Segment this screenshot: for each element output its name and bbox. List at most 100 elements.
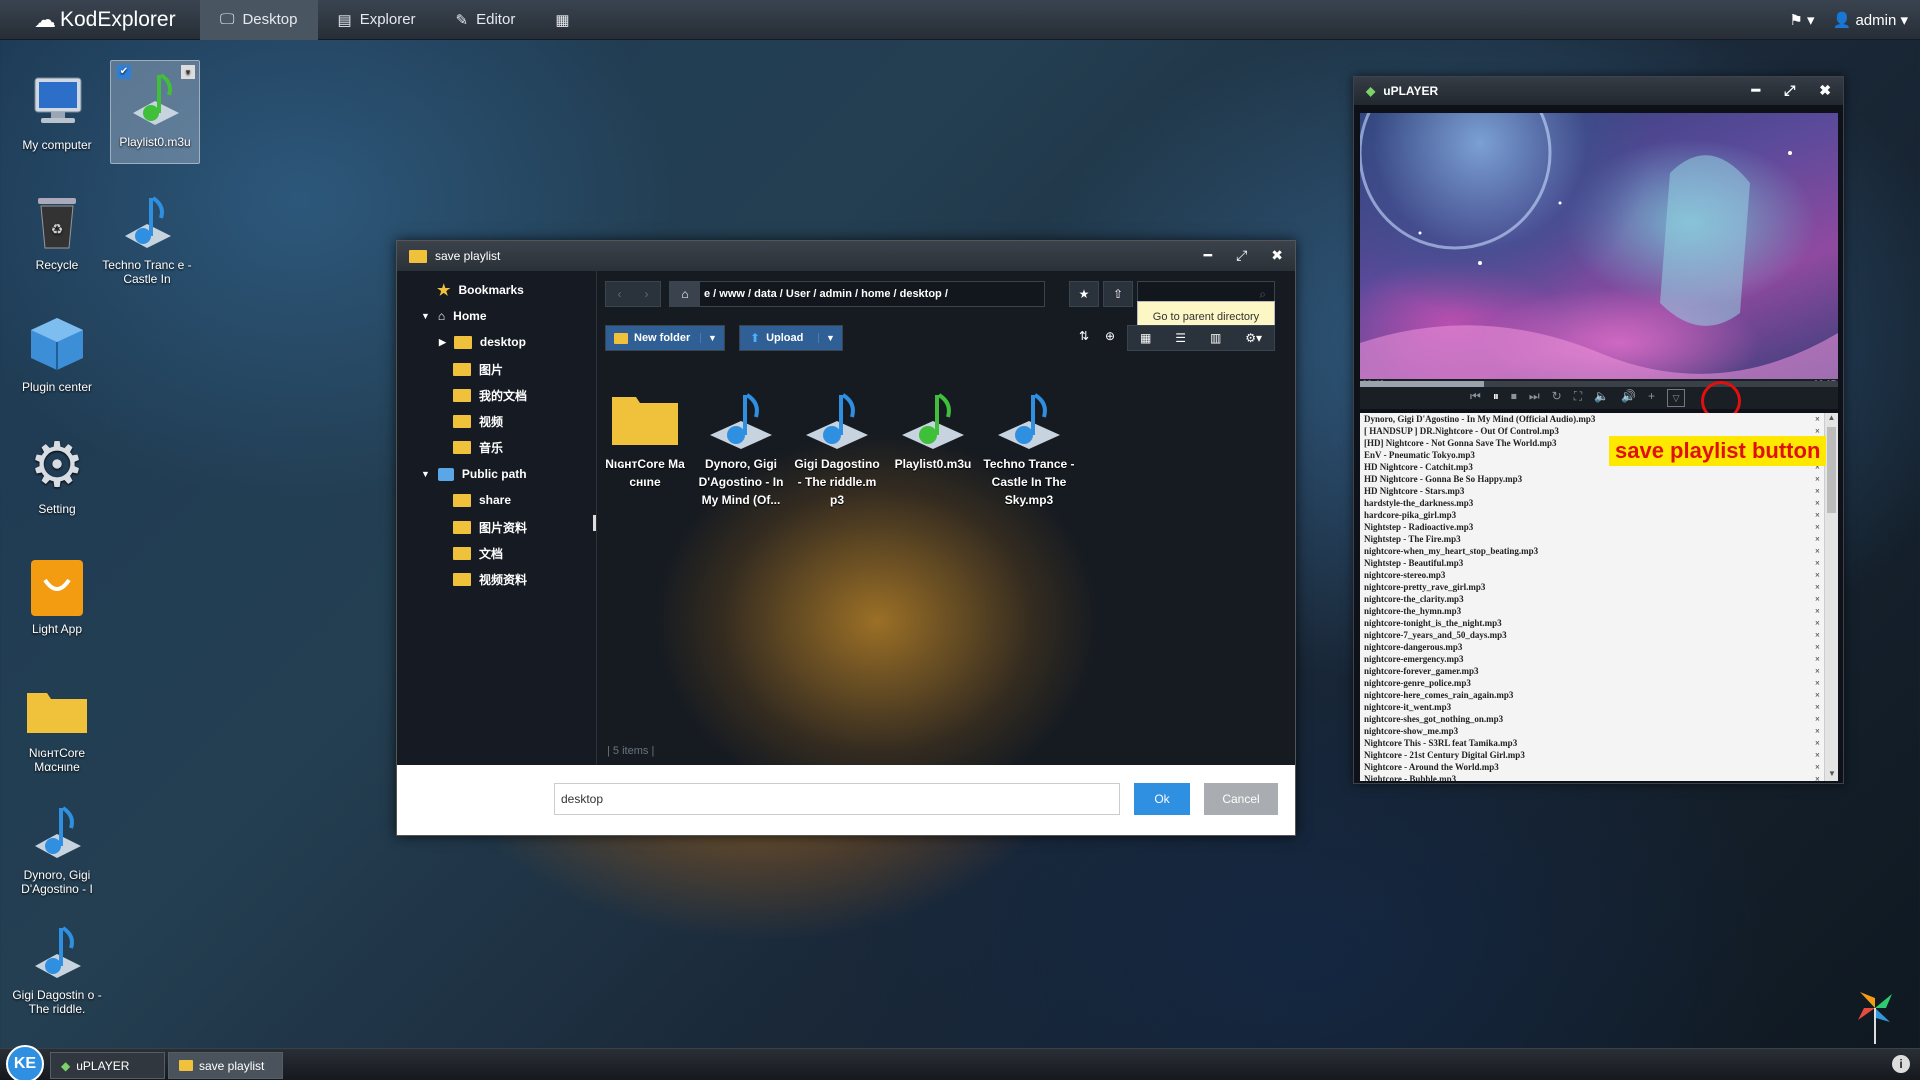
remove-icon[interactable]: ×: [1815, 533, 1820, 545]
sidebar-item-share[interactable]: share: [453, 493, 511, 507]
playlist-item[interactable]: nightcore-shes_got_nothing_on.mp3 ×: [1360, 713, 1838, 725]
minimize-icon[interactable]: ━: [1204, 247, 1212, 264]
playlist-item[interactable]: Nightcore This - S3RL feat Tamika.mp3 ×: [1360, 737, 1838, 749]
tab-apps[interactable]: ▦: [535, 0, 589, 40]
playlist-item[interactable]: nightcore-emergency.mp3 ×: [1360, 653, 1838, 665]
progress-bar[interactable]: [1360, 381, 1838, 387]
file-item-playlist[interactable]: Playlist0.m3u: [887, 391, 979, 473]
playlist-item[interactable]: hardcore-pika_girl.mp3 ×: [1360, 509, 1838, 521]
address-bar[interactable]: ⌂ e / www / data / User / admin / home /…: [669, 281, 1045, 307]
playlist-item[interactable]: hardstyle-the_darkness.mp3 ×: [1360, 497, 1838, 509]
maximize-icon[interactable]: ⤢: [1784, 82, 1795, 99]
sidebar-item-public-path[interactable]: ▼ Public path: [421, 467, 527, 481]
remove-icon[interactable]: ×: [1815, 617, 1820, 629]
playlist-item[interactable]: Nightcore - 21st Century Digital Girl.mp…: [1360, 749, 1838, 761]
playlist-item[interactable]: Nightstep - The Fire.mp3 ×: [1360, 533, 1838, 545]
cancel-button[interactable]: Cancel: [1204, 783, 1278, 815]
playlist-item[interactable]: nightcore-the_hymn.mp3 ×: [1360, 605, 1838, 617]
playlist-item[interactable]: HD Nightcore - Gonna Be So Happy.mp3 ×: [1360, 473, 1838, 485]
filename-input[interactable]: [554, 783, 1120, 815]
maximize-icon[interactable]: ⤢: [1236, 247, 1247, 264]
sidebar-resize-handle[interactable]: [593, 515, 596, 531]
volume-high-icon[interactable]: 🔊: [1621, 389, 1636, 407]
sidebar-item-home[interactable]: ▼ ⌂ Home: [421, 309, 487, 323]
file-item-techno[interactable]: Techno Trance - Castle In The Sky.mp3: [983, 391, 1075, 509]
sidebar-item-picture-materials[interactable]: 图片资料: [453, 519, 527, 536]
list-view-icon[interactable]: ☰: [1175, 331, 1186, 345]
forward-icon[interactable]: ›: [645, 287, 649, 301]
previous-icon[interactable]: ⏮: [1470, 389, 1481, 407]
remove-icon[interactable]: ×: [1815, 701, 1820, 713]
remove-icon[interactable]: ×: [1815, 653, 1820, 665]
flag-menu-icon[interactable]: ⚑ ▾: [1789, 11, 1814, 29]
sidebar-item-bookmarks[interactable]: ★ Bookmarks: [437, 281, 524, 299]
close-icon[interactable]: ✖: [1819, 82, 1831, 99]
stop-icon[interactable]: ⏹: [1511, 389, 1517, 407]
playlist-item[interactable]: nightcore-dangerous.mp3 ×: [1360, 641, 1838, 653]
desktop-icon-techno[interactable]: Techno Tranc e - Castle In: [102, 190, 192, 286]
bookmark-button[interactable]: ★: [1069, 281, 1099, 307]
sidebar-item-music[interactable]: 音乐: [453, 439, 503, 456]
playlist-item[interactable]: Nightcore - Around the World.mp3 ×: [1360, 761, 1838, 773]
playlist-scrollbar[interactable]: ▲ ▼: [1824, 413, 1838, 781]
tab-desktop[interactable]: 🖵 Desktop: [200, 0, 318, 40]
playlist-item[interactable]: Nightstep - Beautiful.mp3 ×: [1360, 557, 1838, 569]
playlist-item[interactable]: nightcore-here_comes_rain_again.mp3 ×: [1360, 689, 1838, 701]
playlist-item[interactable]: nightcore-genre_police.mp3 ×: [1360, 677, 1838, 689]
settings-dropdown-icon[interactable]: ⚙▾: [1245, 331, 1262, 345]
playlist-item[interactable]: Nightstep - Radioactive.mp3 ×: [1360, 521, 1838, 533]
desktop-icon-light-app[interactable]: Light App: [12, 554, 102, 636]
playlist-item[interactable]: Nightcore - Bubble.mp3 ×: [1360, 773, 1838, 781]
task-save-playlist[interactable]: save playlist: [168, 1052, 283, 1079]
player-titlebar[interactable]: ◆ uPLAYER ━ ⤢ ✖: [1354, 77, 1843, 105]
scroll-up-icon[interactable]: ▲: [1825, 413, 1838, 425]
tab-editor[interactable]: ✎ Editor: [436, 0, 536, 40]
desktop-icon-gigi[interactable]: Gigi Dagostin o - The riddle.: [12, 920, 102, 1016]
desktop-icon-nightcore-folder[interactable]: NιɢнтCore Mαcнιne: [12, 678, 102, 774]
checkbox-checked-icon[interactable]: ✔: [117, 65, 131, 79]
remove-icon[interactable]: ×: [1815, 677, 1820, 689]
remove-icon[interactable]: ×: [1815, 689, 1820, 701]
repeat-icon[interactable]: ↻: [1552, 389, 1562, 407]
file-item-dynoro[interactable]: Dynoro, Gigi D'Agostino - In My Mind (Of…: [695, 391, 787, 509]
remove-icon[interactable]: ×: [1815, 773, 1820, 781]
playlist-item[interactable]: nightcore-the_clarity.mp3 ×: [1360, 593, 1838, 605]
playlist-item[interactable]: nightcore-show_me.mp3 ×: [1360, 725, 1838, 737]
pause-icon[interactable]: ⏸: [1493, 389, 1499, 407]
playlist-item[interactable]: nightcore-it_went.mp3 ×: [1360, 701, 1838, 713]
caret-down-icon[interactable]: ▼: [818, 333, 842, 343]
info-icon[interactable]: i: [1892, 1055, 1910, 1073]
remove-icon[interactable]: ×: [1815, 413, 1820, 425]
remove-icon[interactable]: ×: [1815, 521, 1820, 533]
remove-icon[interactable]: ×: [1815, 473, 1820, 485]
remove-icon[interactable]: ×: [1815, 761, 1820, 773]
desktop-icon-recycle[interactable]: ♻ Recycle: [12, 190, 102, 272]
playlist-item[interactable]: Dynoro, Gigi D'Agostino - In My Mind (Of…: [1360, 413, 1838, 425]
volume-plus-icon[interactable]: +: [1648, 389, 1655, 407]
fullscreen-icon[interactable]: ⛶: [1574, 389, 1582, 407]
start-button[interactable]: KE: [6, 1045, 44, 1080]
sidebar-item-documents[interactable]: 我的文档: [453, 387, 527, 404]
minimize-icon[interactable]: ━: [1752, 82, 1760, 99]
playlist-item[interactable]: nightcore-tonight_is_the_night.mp3 ×: [1360, 617, 1838, 629]
grid-view-icon[interactable]: ▦: [1140, 331, 1151, 345]
user-menu[interactable]: 👤 admin ▾: [1833, 11, 1908, 29]
remove-icon[interactable]: ×: [1815, 665, 1820, 677]
sort-icon[interactable]: ⇅: [1079, 329, 1089, 343]
file-item-gigi[interactable]: Gigi Dagostino - The riddle.m p3: [791, 391, 883, 509]
playlist-item[interactable]: nightcore-forever_gamer.mp3 ×: [1360, 665, 1838, 677]
remove-icon[interactable]: ×: [1815, 509, 1820, 521]
scrollbar-thumb[interactable]: [1827, 427, 1836, 513]
new-folder-button[interactable]: New folder ▼: [605, 325, 725, 351]
sidebar-item-video-materials[interactable]: 视频资料: [453, 571, 527, 588]
remove-icon[interactable]: ×: [1815, 725, 1820, 737]
close-icon[interactable]: ✖: [1271, 247, 1283, 264]
desktop-icon-dynoro[interactable]: Dynoro, Gigi D'Agostino - I: [12, 800, 102, 896]
tab-explorer[interactable]: ▤ Explorer: [318, 0, 436, 40]
remove-icon[interactable]: ×: [1815, 629, 1820, 641]
remove-icon[interactable]: ×: [1815, 713, 1820, 725]
playlist-item[interactable]: nightcore-stereo.mp3 ×: [1360, 569, 1838, 581]
parent-directory-button[interactable]: ⇧: [1103, 281, 1133, 307]
remove-icon[interactable]: ×: [1815, 545, 1820, 557]
remove-icon[interactable]: ×: [1815, 593, 1820, 605]
